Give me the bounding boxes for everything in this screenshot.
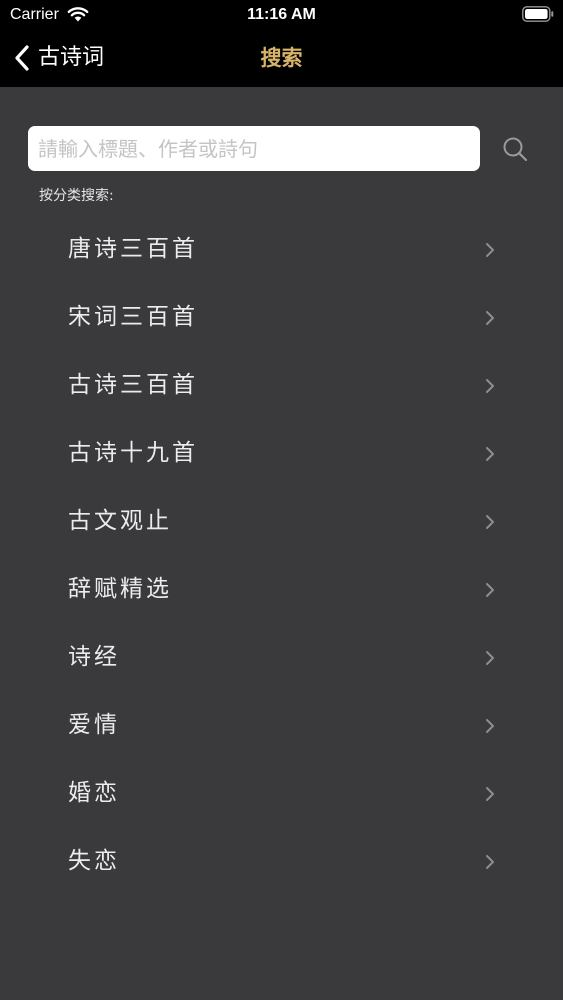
list-item[interactable]: 诗经 xyxy=(0,624,563,692)
chevron-right-icon xyxy=(486,311,494,325)
category-label: 诗经 xyxy=(68,644,120,670)
chevron-right-icon xyxy=(486,651,494,665)
category-label: 婚恋 xyxy=(68,780,120,806)
category-label: 古诗三百首 xyxy=(68,372,198,398)
chevron-right-icon xyxy=(486,719,494,733)
list-item[interactable]: 古文观止 xyxy=(0,488,563,556)
category-label: 爱情 xyxy=(68,712,120,738)
list-item[interactable]: 宋词三百首 xyxy=(0,284,563,352)
status-bar: Carrier 11:16 AM xyxy=(0,0,563,30)
search-input[interactable] xyxy=(28,126,480,171)
chevron-right-icon xyxy=(486,447,494,461)
list-item[interactable]: 唐诗三百首 xyxy=(0,216,563,284)
list-item[interactable]: 爱情 xyxy=(0,692,563,760)
category-list: 唐诗三百首 宋词三百首 古诗三百首 古诗十九首 古文观止 辞赋精选 诗经 爱情 xyxy=(0,216,563,896)
category-label: 辞赋精选 xyxy=(68,576,172,602)
list-item[interactable]: 失恋 xyxy=(0,828,563,896)
search-icon[interactable] xyxy=(502,136,528,162)
back-label: 古诗词 xyxy=(38,45,105,70)
header: Carrier 11:16 AM 古诗词 搜索 xyxy=(0,0,563,87)
clock: 11:16 AM xyxy=(247,6,316,23)
search-bar xyxy=(28,126,538,171)
list-item[interactable]: 婚恋 xyxy=(0,760,563,828)
list-item[interactable]: 古诗三百首 xyxy=(0,352,563,420)
chevron-right-icon xyxy=(486,787,494,801)
chevron-left-icon xyxy=(15,45,29,71)
list-item[interactable]: 辞赋精选 xyxy=(0,556,563,624)
back-button[interactable]: 古诗词 xyxy=(14,41,104,75)
category-label: 失恋 xyxy=(68,848,120,874)
category-label: 古诗十九首 xyxy=(68,440,198,466)
category-label: 唐诗三百首 xyxy=(68,236,198,262)
category-label: 古文观止 xyxy=(68,508,172,534)
chevron-right-icon xyxy=(486,515,494,529)
chevron-right-icon xyxy=(486,243,494,257)
section-label: 按分类搜索: xyxy=(39,188,114,204)
category-label: 宋词三百首 xyxy=(68,304,198,330)
list-item[interactable]: 古诗十九首 xyxy=(0,420,563,488)
battery-icon xyxy=(522,6,554,22)
chevron-right-icon xyxy=(486,379,494,393)
chevron-right-icon xyxy=(486,855,494,869)
nav-bar: 古诗词 搜索 xyxy=(0,32,563,84)
search-screen: Carrier 11:16 AM 古诗词 搜索 請輸入標題、作者或詩句 按分类搜… xyxy=(0,0,563,1000)
chevron-right-icon xyxy=(486,583,494,597)
